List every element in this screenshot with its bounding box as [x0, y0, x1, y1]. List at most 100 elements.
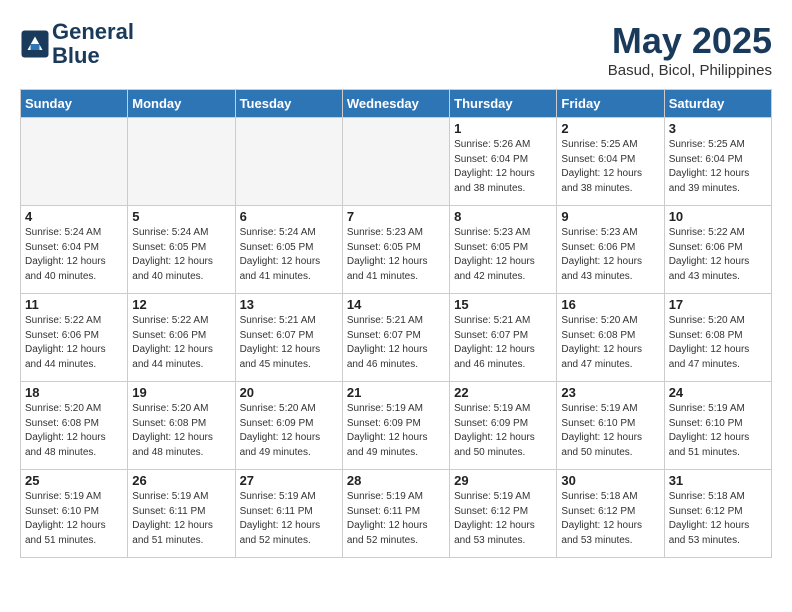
calendar-day: [128, 118, 235, 206]
calendar-day: 8 Sunrise: 5:23 AM Sunset: 6:05 PM Daylig…: [450, 206, 557, 294]
calendar-day: 16Sunrise: 5:20 AM Sunset: 6:08 PM Dayli…: [557, 294, 664, 382]
logo: General Blue: [20, 20, 134, 68]
day-detail: Sunrise: 5:20 AM Sunset: 6:09 PM Dayligh…: [240, 402, 338, 460]
day-detail: Sunrise: 5:23 AM Sunset: 6:05 PM Dayligh…: [454, 226, 552, 284]
calendar-day: [21, 118, 128, 206]
day-detail: Sunrise: 5:19 AM Sunset: 6:11 PM Dayligh…: [240, 490, 338, 548]
day-number: 16: [561, 297, 659, 312]
calendar-body: 1Sunrise: 5:26 AM Sunset: 6:04 PM Daylig…: [21, 118, 772, 558]
calendar-day: 23 Sunrise: 5:19 AM Sunset: 6:10 PM Dayli…: [557, 382, 664, 470]
day-detail: Sunrise: 5:23 AM Sunset: 6:05 PM Dayligh…: [347, 226, 445, 284]
day-number: 10: [669, 209, 767, 224]
calendar-day: 14Sunrise: 5:21 AM Sunset: 6:07 PM Dayli…: [342, 294, 449, 382]
day-detail: Sunrise: 5:18 AM Sunset: 6:12 PM Dayligh…: [669, 490, 767, 548]
logo-icon: [20, 29, 50, 59]
day-number: 5: [132, 209, 230, 224]
calendar-header: SundayMondayTuesdayWednesdayThursdayFrid…: [21, 90, 772, 118]
day-number: 22: [454, 385, 552, 400]
day-number: 20: [240, 385, 338, 400]
logo-line1: General: [52, 20, 134, 44]
calendar-day: 12Sunrise: 5:22 AM Sunset: 6:06 PM Dayli…: [128, 294, 235, 382]
day-detail: Sunrise: 5:19 AM Sunset: 6:11 PM Dayligh…: [132, 490, 230, 548]
weekday-saturday: Saturday: [664, 90, 771, 118]
day-detail: Sunrise: 5:19 AM Sunset: 6:10 PM Dayligh…: [25, 490, 123, 548]
logo-line2: Blue: [52, 44, 134, 68]
calendar-table: SundayMondayTuesdayWednesdayThursdayFrid…: [20, 89, 772, 558]
calendar-week-3: 18Sunrise: 5:20 AM Sunset: 6:08 PM Dayli…: [21, 382, 772, 470]
day-detail: Sunrise: 5:21 AM Sunset: 6:07 PM Dayligh…: [347, 314, 445, 372]
day-detail: Sunrise: 5:20 AM Sunset: 6:08 PM Dayligh…: [132, 402, 230, 460]
calendar-day: 7 Sunrise: 5:23 AM Sunset: 6:05 PM Daylig…: [342, 206, 449, 294]
calendar-day: [235, 118, 342, 206]
calendar-day: 11Sunrise: 5:22 AM Sunset: 6:06 PM Dayli…: [21, 294, 128, 382]
day-detail: Sunrise: 5:24 AM Sunset: 6:05 PM Dayligh…: [132, 226, 230, 284]
day-number: 12: [132, 297, 230, 312]
day-detail: Sunrise: 5:19 AM Sunset: 6:10 PM Dayligh…: [669, 402, 767, 460]
day-detail: Sunrise: 5:19 AM Sunset: 6:09 PM Dayligh…: [347, 402, 445, 460]
page-header: General Blue May 2025 Basud, Bicol, Phil…: [20, 20, 772, 79]
calendar-day: 5 Sunrise: 5:24 AM Sunset: 6:05 PM Daylig…: [128, 206, 235, 294]
day-detail: Sunrise: 5:20 AM Sunset: 6:08 PM Dayligh…: [669, 314, 767, 372]
calendar-week-2: 11Sunrise: 5:22 AM Sunset: 6:06 PM Dayli…: [21, 294, 772, 382]
day-number: 19: [132, 385, 230, 400]
calendar-day: 20 Sunrise: 5:20 AM Sunset: 6:09 PM Dayli…: [235, 382, 342, 470]
day-number: 6: [240, 209, 338, 224]
day-number: 13: [240, 297, 338, 312]
day-number: 23: [561, 385, 659, 400]
day-number: 9: [561, 209, 659, 224]
day-detail: Sunrise: 5:22 AM Sunset: 6:06 PM Dayligh…: [669, 226, 767, 284]
day-number: 11: [25, 297, 123, 312]
calendar-day: 2Sunrise: 5:25 AM Sunset: 6:04 PM Daylig…: [557, 118, 664, 206]
calendar-day: 29 Sunrise: 5:19 AM Sunset: 6:12 PM Dayli…: [450, 470, 557, 558]
calendar-day: 13 Sunrise: 5:21 AM Sunset: 6:07 PM Dayli…: [235, 294, 342, 382]
day-detail: Sunrise: 5:25 AM Sunset: 6:04 PM Dayligh…: [669, 138, 767, 196]
calendar-day: 3Sunrise: 5:25 AM Sunset: 6:04 PM Daylig…: [664, 118, 771, 206]
day-detail: Sunrise: 5:25 AM Sunset: 6:04 PM Dayligh…: [561, 138, 659, 196]
day-detail: Sunrise: 5:20 AM Sunset: 6:08 PM Dayligh…: [25, 402, 123, 460]
calendar-day: 19 Sunrise: 5:20 AM Sunset: 6:08 PM Dayli…: [128, 382, 235, 470]
calendar-day: 21Sunrise: 5:19 AM Sunset: 6:09 PM Dayli…: [342, 382, 449, 470]
day-detail: Sunrise: 5:26 AM Sunset: 6:04 PM Dayligh…: [454, 138, 552, 196]
day-number: 25: [25, 473, 123, 488]
day-number: 7: [347, 209, 445, 224]
day-number: 15: [454, 297, 552, 312]
calendar-day: [342, 118, 449, 206]
calendar-week-1: 4Sunrise: 5:24 AM Sunset: 6:04 PM Daylig…: [21, 206, 772, 294]
day-detail: Sunrise: 5:19 AM Sunset: 6:10 PM Dayligh…: [561, 402, 659, 460]
day-number: 8: [454, 209, 552, 224]
day-number: 30: [561, 473, 659, 488]
weekday-sunday: Sunday: [21, 90, 128, 118]
weekday-thursday: Thursday: [450, 90, 557, 118]
month-title: May 2025: [608, 20, 772, 62]
day-number: 17: [669, 297, 767, 312]
logo-text: General Blue: [52, 20, 134, 68]
calendar-day: 27 Sunrise: 5:19 AM Sunset: 6:11 PM Dayli…: [235, 470, 342, 558]
day-number: 24: [669, 385, 767, 400]
day-detail: Sunrise: 5:21 AM Sunset: 6:07 PM Dayligh…: [240, 314, 338, 372]
day-number: 27: [240, 473, 338, 488]
weekday-tuesday: Tuesday: [235, 90, 342, 118]
day-detail: Sunrise: 5:18 AM Sunset: 6:12 PM Dayligh…: [561, 490, 659, 548]
calendar-day: 10 Sunrise: 5:22 AM Sunset: 6:06 PM Dayli…: [664, 206, 771, 294]
day-detail: Sunrise: 5:19 AM Sunset: 6:12 PM Dayligh…: [454, 490, 552, 548]
day-detail: Sunrise: 5:21 AM Sunset: 6:07 PM Dayligh…: [454, 314, 552, 372]
calendar-week-0: 1Sunrise: 5:26 AM Sunset: 6:04 PM Daylig…: [21, 118, 772, 206]
day-detail: Sunrise: 5:23 AM Sunset: 6:06 PM Dayligh…: [561, 226, 659, 284]
calendar-day: 18Sunrise: 5:20 AM Sunset: 6:08 PM Dayli…: [21, 382, 128, 470]
day-number: 26: [132, 473, 230, 488]
day-number: 31: [669, 473, 767, 488]
day-detail: Sunrise: 5:24 AM Sunset: 6:05 PM Dayligh…: [240, 226, 338, 284]
day-detail: Sunrise: 5:24 AM Sunset: 6:04 PM Dayligh…: [25, 226, 123, 284]
calendar-day: 25 Sunrise: 5:19 AM Sunset: 6:10 PM Dayli…: [21, 470, 128, 558]
day-detail: Sunrise: 5:19 AM Sunset: 6:11 PM Dayligh…: [347, 490, 445, 548]
location: Basud, Bicol, Philippines: [608, 62, 772, 79]
calendar-day: 28Sunrise: 5:19 AM Sunset: 6:11 PM Dayli…: [342, 470, 449, 558]
calendar-day: 30 Sunrise: 5:18 AM Sunset: 6:12 PM Dayli…: [557, 470, 664, 558]
weekday-monday: Monday: [128, 90, 235, 118]
day-number: 29: [454, 473, 552, 488]
calendar-day: 26 Sunrise: 5:19 AM Sunset: 6:11 PM Dayli…: [128, 470, 235, 558]
title-block: May 2025 Basud, Bicol, Philippines: [608, 20, 772, 79]
calendar-day: 1Sunrise: 5:26 AM Sunset: 6:04 PM Daylig…: [450, 118, 557, 206]
calendar-day: 9 Sunrise: 5:23 AM Sunset: 6:06 PM Daylig…: [557, 206, 664, 294]
calendar-day: 15 Sunrise: 5:21 AM Sunset: 6:07 PM Dayli…: [450, 294, 557, 382]
